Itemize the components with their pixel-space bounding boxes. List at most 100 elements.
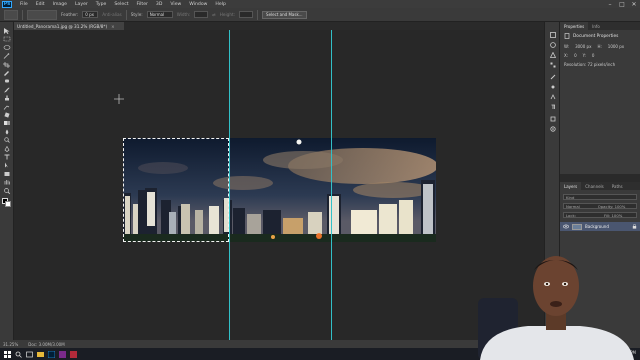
- document-size: Doc: 3.00M/3.00M: [28, 341, 65, 347]
- width-label: Width:: [176, 12, 191, 17]
- paragraph-icon[interactable]: [550, 104, 556, 110]
- eraser-icon[interactable]: [3, 112, 11, 118]
- move-icon[interactable]: [3, 28, 11, 34]
- style-select[interactable]: Normal: [146, 11, 173, 18]
- tab-channels[interactable]: Channels: [581, 182, 608, 190]
- type-icon[interactable]: [3, 154, 11, 160]
- y-prop-value[interactable]: 0: [592, 53, 595, 58]
- layer-row-background[interactable]: Background: [560, 222, 640, 231]
- menu-window[interactable]: Window: [185, 2, 211, 7]
- menu-3d[interactable]: 3D: [152, 2, 166, 7]
- lock-label: Lock:: [566, 212, 576, 218]
- zoom-level[interactable]: 31.25%: [3, 342, 18, 347]
- clone-stamp-icon[interactable]: [3, 95, 11, 101]
- lock-row: Lock: Fill: 100%: [563, 212, 637, 218]
- brush-icon[interactable]: [3, 87, 11, 93]
- tab-info[interactable]: Info: [588, 22, 604, 30]
- width-input[interactable]: [194, 11, 209, 18]
- menu-type[interactable]: Type: [92, 2, 111, 7]
- vertical-guide[interactable]: [331, 30, 332, 348]
- rectangle-icon[interactable]: [3, 171, 11, 177]
- clone-source-icon[interactable]: [550, 84, 556, 90]
- width-prop-value[interactable]: 3000 px: [575, 44, 591, 49]
- tab-layers[interactable]: Layers: [560, 182, 582, 190]
- brush-settings-icon[interactable]: [550, 74, 556, 80]
- menu-filter[interactable]: Filter: [133, 2, 152, 7]
- swatches-icon[interactable]: [550, 62, 556, 68]
- layers-panel-tabs: Layers Channels Paths: [560, 182, 640, 190]
- options-bar: Feather: 0 px Anti-alias Style: Normal W…: [0, 8, 640, 22]
- tab-paths[interactable]: Paths: [608, 182, 627, 190]
- select-and-mask-button[interactable]: Select and Mask...: [262, 10, 307, 19]
- close-window-button[interactable]: ✕: [628, 0, 640, 8]
- background-color-swatch[interactable]: [5, 201, 11, 207]
- glyphs-icon[interactable]: [550, 116, 556, 122]
- menu-view[interactable]: View: [166, 2, 185, 7]
- menu-select[interactable]: Select: [110, 2, 132, 7]
- task-view-icon[interactable]: [26, 351, 33, 358]
- search-icon[interactable]: [15, 351, 22, 358]
- menu-edit[interactable]: Edit: [32, 2, 49, 7]
- close-icon[interactable]: ×: [111, 24, 115, 29]
- fill-value[interactable]: Fill: 100%: [604, 213, 622, 218]
- zoom-icon[interactable]: [3, 187, 11, 194]
- opacity-value[interactable]: Opacity: 100%: [598, 204, 626, 209]
- vertical-guide[interactable]: [229, 30, 230, 348]
- dodge-icon[interactable]: [3, 137, 11, 143]
- pen-icon[interactable]: [3, 145, 11, 152]
- app-taskbar-icon[interactable]: [59, 350, 66, 358]
- magic-wand-icon[interactable]: [3, 53, 11, 59]
- eye-icon[interactable]: [563, 224, 569, 229]
- selection-mode-buttons[interactable]: [27, 9, 57, 20]
- healing-brush-icon[interactable]: [3, 78, 11, 84]
- character-icon[interactable]: [550, 94, 556, 100]
- lasso-icon[interactable]: [3, 44, 11, 51]
- document-tab[interactable]: Untitled_Panorama1.jpg @ 31.2% (RGB/8*) …: [14, 22, 124, 30]
- swap-icon[interactable]: ⇄: [212, 12, 216, 17]
- menu-file[interactable]: File: [16, 2, 32, 7]
- history-icon[interactable]: [550, 32, 556, 38]
- eyedropper-icon[interactable]: [3, 70, 11, 76]
- menu-bar: Ps File Edit Image Layer Type Select Fil…: [0, 0, 640, 8]
- tab-properties[interactable]: Properties: [560, 22, 589, 30]
- layer-filter-kind[interactable]: Kind: [563, 194, 637, 200]
- menu-help[interactable]: Help: [211, 2, 229, 7]
- style-label: Style:: [130, 12, 143, 17]
- marquee-icon[interactable]: [3, 36, 11, 42]
- antialias-checkbox[interactable]: Anti-alias: [102, 12, 121, 17]
- document-tab-title: Untitled_Panorama1.jpg @ 31.2% (RGB/8*): [17, 23, 108, 29]
- windows-start-icon[interactable]: [4, 350, 11, 358]
- app-logo: Ps: [2, 0, 12, 8]
- history-brush-icon[interactable]: [3, 104, 11, 110]
- separator: [257, 9, 259, 20]
- resolution-text: Resolution: 72 pixels/inch: [564, 62, 616, 67]
- minimize-button[interactable]: –: [604, 0, 616, 8]
- path-selection-icon[interactable]: [3, 162, 11, 168]
- adjustments-icon[interactable]: [550, 42, 556, 48]
- blend-mode-select[interactable]: Normal Opacity: 100%: [563, 203, 637, 209]
- crop-icon[interactable]: [3, 61, 11, 68]
- rectangular-marquee-selection[interactable]: [123, 138, 229, 242]
- document-tab-bar: Untitled_Panorama1.jpg @ 31.2% (RGB/8*) …: [14, 22, 544, 30]
- status-bar: 31.25% Doc: 3.00M/3.00M: [0, 340, 544, 348]
- photoshop-taskbar-icon[interactable]: [48, 350, 55, 358]
- property-position-row: X: 0 Y: 0: [560, 51, 640, 60]
- x-prop-value[interactable]: 0: [574, 53, 577, 58]
- gradient-icon[interactable]: [3, 120, 11, 126]
- height-input[interactable]: [239, 11, 254, 18]
- layer-name[interactable]: Background: [585, 224, 609, 229]
- tool-preset-picker[interactable]: [4, 9, 18, 20]
- hand-icon[interactable]: [3, 179, 11, 185]
- presenter-image: [478, 256, 634, 360]
- blur-icon[interactable]: [3, 129, 11, 135]
- menu-image[interactable]: Image: [49, 2, 71, 7]
- feather-input[interactable]: 0 px: [82, 11, 99, 18]
- 3d-icon[interactable]: [550, 126, 556, 132]
- maximize-button[interactable]: □: [616, 0, 628, 8]
- properties-panel-tabs: Properties Info: [560, 22, 640, 30]
- styles-icon[interactable]: [550, 52, 556, 58]
- height-prop-value[interactable]: 1000 px: [608, 44, 624, 49]
- media-taskbar-icon[interactable]: [70, 350, 77, 358]
- menu-layer[interactable]: Layer: [71, 2, 92, 7]
- file-explorer-icon[interactable]: [37, 351, 44, 358]
